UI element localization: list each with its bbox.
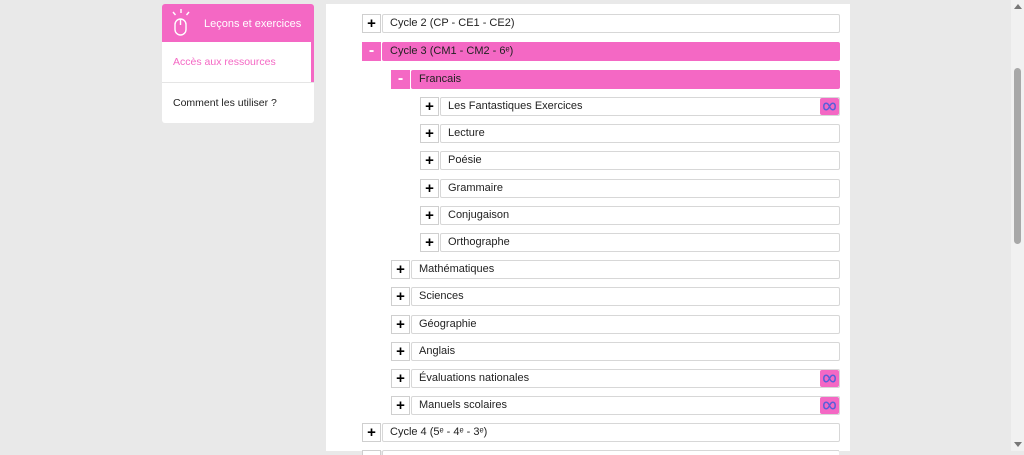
collapse-toggle[interactable]: - — [391, 70, 410, 89]
tree-node-geographie[interactable]: Géographie — [411, 315, 840, 334]
tree-node-fantastiques[interactable]: Les Fantastiques Exercices — [440, 97, 840, 116]
tree-row-manuels: + Manuels scolaires — [391, 396, 840, 415]
tree-node-poesie[interactable]: Poésie — [440, 151, 840, 170]
tree-node-cycle4[interactable]: Cycle 4 (5ᵉ - 4ᵉ - 3ᵉ) — [382, 423, 840, 442]
tree-node-anglais[interactable]: Anglais — [411, 342, 840, 361]
header-label: Leçons et exercices — [204, 18, 302, 30]
expand-toggle[interactable]: + — [420, 206, 439, 225]
node-label: Évaluations nationales — [419, 372, 530, 384]
node-label: Manuels scolaires — [419, 399, 508, 411]
tree-node-orthographe[interactable]: Orthographe — [440, 233, 840, 252]
tree-row-conjugaison: + Conjugaison — [420, 206, 840, 225]
lessons-exercises-header[interactable]: Leçons et exercices — [162, 4, 314, 48]
expand-toggle[interactable]: + — [391, 396, 410, 415]
mouse-click-icon — [172, 9, 190, 36]
scroll-down-arrow-icon[interactable] — [1014, 442, 1022, 447]
collapse-toggle[interactable]: - — [362, 42, 381, 61]
tree-row-geographie: + Géographie — [391, 315, 840, 334]
tree-node-lecture[interactable]: Lecture — [440, 124, 840, 143]
expand-toggle[interactable]: + — [391, 342, 410, 361]
infinity-link-icon — [823, 374, 836, 383]
scroll-up-arrow-icon[interactable] — [1014, 4, 1022, 9]
resource-tree-panel: + Cycle 2 (CP - CE1 - CE2) - Cycle 3 (CM… — [326, 4, 850, 455]
infinity-link-icon — [823, 102, 836, 111]
expand-toggle[interactable]: + — [391, 260, 410, 279]
expand-toggle[interactable]: + — [420, 124, 439, 143]
tree-row-fantastiques: + Les Fantastiques Exercices — [420, 97, 840, 116]
tree-row-mathematiques: + Mathématiques — [391, 260, 840, 279]
tree-row-cycle4: + Cycle 4 (5ᵉ - 4ᵉ - 3ᵉ) — [362, 423, 840, 442]
scrollbar-thumb[interactable] — [1014, 68, 1021, 244]
expand-toggle[interactable]: + — [420, 179, 439, 198]
link-button[interactable] — [820, 370, 839, 387]
expand-toggle[interactable]: + — [391, 315, 410, 334]
tree-row-grammaire: + Grammaire — [420, 179, 840, 198]
tree-row-anglais: + Anglais — [391, 342, 840, 361]
tree-row-evaluations: + Évaluations nationales — [391, 369, 840, 388]
expand-toggle[interactable]: + — [362, 14, 381, 33]
tree-node-grammaire[interactable]: Grammaire — [440, 179, 840, 198]
expand-toggle[interactable]: + — [420, 97, 439, 116]
infinity-link-icon — [823, 401, 836, 410]
expand-toggle[interactable]: + — [391, 369, 410, 388]
tree-row-cycle2: + Cycle 2 (CP - CE1 - CE2) — [362, 14, 840, 33]
node-label: Les Fantastiques Exercices — [448, 100, 583, 112]
tree-row-orthographe: + Orthographe — [420, 233, 840, 252]
expand-toggle[interactable]: + — [420, 151, 439, 170]
tree-node-evaluations[interactable]: Évaluations nationales — [411, 369, 840, 388]
tree-node-cycle2[interactable]: Cycle 2 (CP - CE1 - CE2) — [382, 14, 840, 33]
menu-item-how-to-use[interactable]: Comment les utiliser ? — [162, 83, 314, 123]
tree-node-conjugaison[interactable]: Conjugaison — [440, 206, 840, 225]
tree-row-lecture: + Lecture — [420, 124, 840, 143]
expand-toggle[interactable]: + — [420, 233, 439, 252]
tree-row-cycle3: - Cycle 3 (CM1 - CM2 - 6ᵉ) — [362, 42, 840, 61]
tree-row-sciences: + Sciences — [391, 287, 840, 306]
tree-row-poesie: + Poésie — [420, 151, 840, 170]
expand-toggle[interactable]: + — [391, 287, 410, 306]
tree-node-francais[interactable]: Francais — [411, 70, 840, 89]
link-button[interactable] — [820, 98, 839, 115]
tree-node-sciences[interactable]: Sciences — [411, 287, 840, 306]
menu-item-resources[interactable]: Accès aux ressources — [162, 42, 314, 83]
vertical-scrollbar[interactable] — [1011, 0, 1024, 451]
tree-node-cycle3[interactable]: Cycle 3 (CM1 - CM2 - 6ᵉ) — [382, 42, 840, 61]
side-menu: Leçons et exercices Accès aux ressources… — [162, 4, 314, 123]
tree-node-mathematiques[interactable]: Mathématiques — [411, 260, 840, 279]
tree-node-manuels[interactable]: Manuels scolaires — [411, 396, 840, 415]
link-button[interactable] — [820, 397, 839, 414]
expand-toggle[interactable]: + — [362, 423, 381, 442]
tree-row-francais: - Francais — [391, 70, 840, 89]
